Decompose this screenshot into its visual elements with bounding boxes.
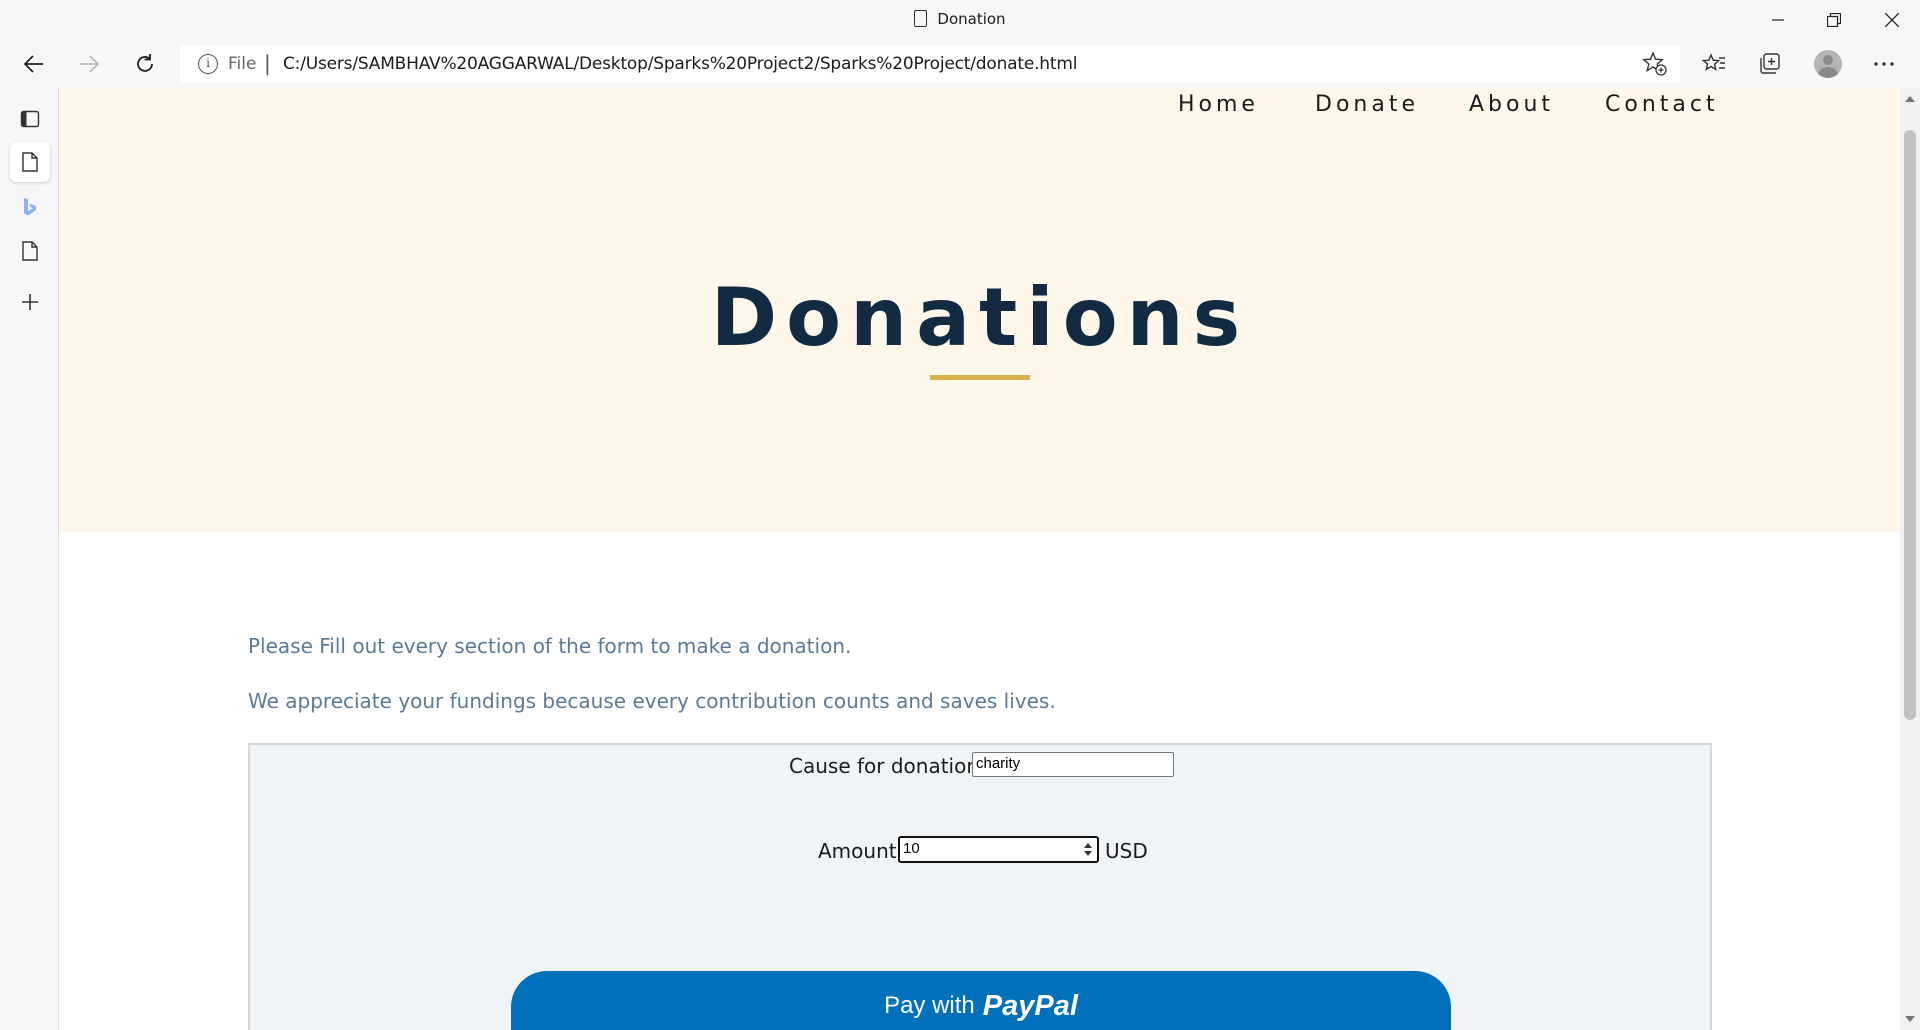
nav-donate-link[interactable]: Donate: [1315, 92, 1419, 117]
vertical-scrollbar[interactable]: [1900, 88, 1920, 1030]
minimize-button[interactable]: [1750, 0, 1806, 40]
tab-actions-button[interactable]: [10, 99, 50, 139]
nav-contact-link[interactable]: Contact: [1605, 92, 1719, 117]
back-button[interactable]: [16, 46, 52, 82]
paypal-logo: PayPal: [982, 989, 1078, 1022]
title-underline: [930, 375, 1030, 380]
add-favorite-icon: [1641, 51, 1667, 76]
close-button[interactable]: [1864, 0, 1920, 40]
new-tab-button[interactable]: [10, 282, 50, 322]
document-icon: [914, 10, 928, 27]
favorites-icon: [1702, 53, 1725, 71]
more-button[interactable]: [1866, 46, 1902, 82]
window-titlebar: Donation: [0, 0, 1920, 40]
reload-icon: [137, 54, 153, 72]
scroll-down-icon[interactable]: [1905, 1016, 1915, 1022]
amount-stepper[interactable]: [1081, 841, 1095, 859]
stepper-down-icon[interactable]: [1084, 851, 1092, 856]
browser-toolbar: i File | C:/Users/SAMBHAV%20AGGARWAL/Des…: [0, 40, 1920, 88]
plus-icon: [22, 294, 38, 310]
address-separator: |: [264, 51, 271, 75]
cause-input[interactable]: charity: [972, 752, 1174, 777]
bing-icon: [24, 198, 36, 216]
currency-label: USD: [1105, 839, 1148, 863]
collections-icon: [1760, 53, 1780, 74]
hero-section: Home Donate About Contact Donations: [60, 88, 1900, 532]
cause-label: Cause for donation: [789, 754, 980, 778]
document-icon: [22, 152, 38, 172]
profile-avatar-icon: [1814, 50, 1842, 78]
page-title: Donations: [710, 271, 1250, 364]
address-url[interactable]: C:/Users/SAMBHAV%20AGGARWAL/Desktop/Spar…: [283, 54, 1077, 74]
restore-icon: [1827, 13, 1841, 27]
window-title: Donation: [0, 10, 1920, 28]
tab-bing[interactable]: [10, 187, 50, 227]
intro-text-2: We appreciate your fundings because ever…: [248, 689, 1056, 713]
forward-arrow-icon: [80, 55, 100, 73]
restore-button[interactable]: [1806, 0, 1862, 40]
amount-input[interactable]: 10: [898, 836, 1099, 863]
add-favorite-button[interactable]: [1641, 51, 1668, 77]
address-bar[interactable]: i File | C:/Users/SAMBHAV%20AGGARWAL/Des…: [180, 45, 1680, 83]
address-scheme: File: [228, 54, 257, 74]
reload-button[interactable]: [127, 46, 163, 82]
tab-document[interactable]: [10, 231, 50, 271]
close-icon: [1885, 13, 1899, 27]
tab-actions-icon: [20, 110, 40, 128]
scrollbar-thumb[interactable]: [1904, 130, 1916, 720]
back-arrow-icon: [23, 55, 43, 73]
favorites-button[interactable]: [1696, 46, 1732, 82]
info-icon[interactable]: i: [198, 54, 218, 74]
intro-text-1: Please Fill out every section of the for…: [248, 634, 852, 658]
paypal-button[interactable]: Pay with PayPal: [511, 971, 1451, 1030]
document-icon: [22, 241, 38, 261]
window-title-text: Donation: [937, 10, 1006, 28]
more-icon: [1874, 62, 1894, 66]
donation-form: Cause for donation charity Amount 10 USD…: [248, 743, 1712, 1030]
minimize-icon: [1772, 19, 1784, 21]
nav-about-link[interactable]: About: [1469, 92, 1554, 117]
scroll-up-icon[interactable]: [1905, 96, 1915, 102]
amount-label: Amount: [818, 839, 897, 863]
nav-home-link[interactable]: Home: [1178, 92, 1259, 117]
paypal-button-prefix: Pay with: [884, 992, 975, 1019]
page-viewport: Home Donate About Contact Donations Plea…: [60, 88, 1900, 1030]
tab-donation[interactable]: [10, 142, 50, 182]
profile-button[interactable]: [1810, 46, 1846, 82]
stepper-up-icon[interactable]: [1084, 843, 1092, 848]
vertical-tabs-sidebar: [0, 88, 59, 1030]
collections-button[interactable]: [1752, 46, 1788, 82]
forward-button[interactable]: [71, 46, 107, 82]
